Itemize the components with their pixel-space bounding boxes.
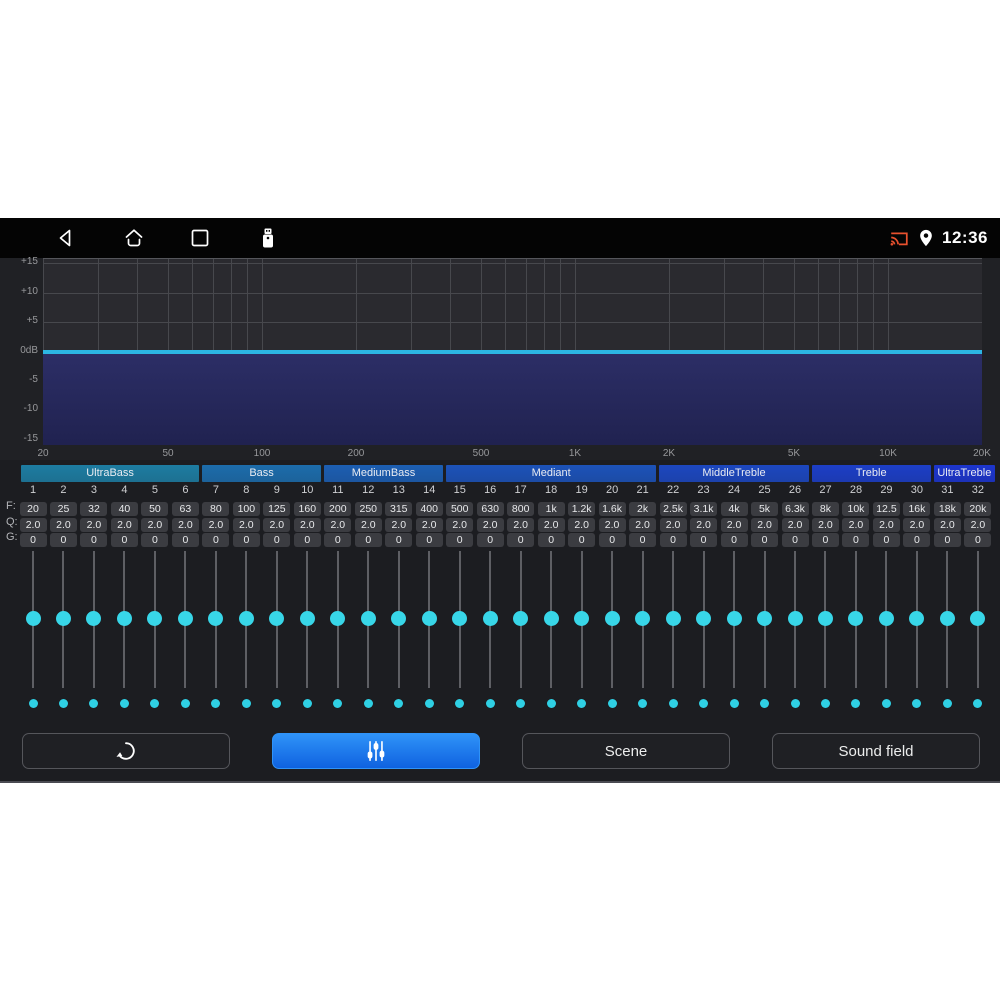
page-canvas: 12:36 +15 +10 +5 0dB -5 -10 -15 20 50 100 200 500 1… (0, 0, 1000, 1000)
gain-slider-handle[interactable] (604, 611, 620, 626)
gain-slider-handle[interactable] (635, 611, 651, 626)
gain-slider-handle[interactable] (116, 611, 132, 626)
q-adjust-dot[interactable] (333, 699, 343, 708)
gain-slider-handle[interactable] (482, 611, 498, 626)
gain-slider-handle[interactable] (55, 611, 71, 626)
q-adjust-dot[interactable] (729, 699, 739, 708)
q-adjust-dot[interactable] (241, 699, 251, 708)
gain-slider-handle[interactable] (208, 611, 224, 626)
equalizer-icon (367, 740, 385, 762)
q-adjust-dot[interactable] (272, 699, 282, 708)
q-adjust-dot[interactable] (424, 699, 434, 708)
gain-slider-handle[interactable] (269, 611, 285, 626)
gain-slider-handle[interactable] (939, 611, 955, 626)
q-adjust-dot[interactable] (211, 699, 221, 708)
gain-slider-handle[interactable] (238, 611, 254, 626)
q-adjust-dot[interactable] (638, 699, 648, 708)
gain-slider-handle[interactable] (817, 611, 833, 626)
q-adjust-dot[interactable] (790, 699, 800, 708)
gain-slider-handle[interactable] (299, 611, 315, 626)
q-adjust-dot[interactable] (820, 699, 830, 708)
q-adjust-dot[interactable] (180, 699, 190, 708)
q-adjust-dot[interactable] (455, 699, 465, 708)
soundfield-button-label: Sound field (838, 742, 914, 760)
gain-slider-handle[interactable] (970, 611, 986, 626)
q-adjust-dot[interactable] (607, 699, 617, 708)
head-unit-screen: 12:36 +15 +10 +5 0dB -5 -10 -15 20 50 100 200 500 1… (0, 218, 1000, 783)
gain-slider-handle[interactable] (848, 611, 864, 626)
gain-slider-handle[interactable] (421, 611, 437, 626)
q-adjust-dot[interactable] (881, 699, 891, 708)
q-adjust-dot[interactable] (973, 699, 983, 708)
q-adjust-dot[interactable] (485, 699, 495, 708)
q-adjust-dot[interactable] (577, 699, 587, 708)
q-adjust-dot[interactable] (150, 699, 160, 708)
gain-slider-handle[interactable] (330, 611, 346, 626)
q-adjust-dot[interactable] (58, 699, 68, 708)
q-adjust-dot[interactable] (760, 699, 770, 708)
screen-bottom-edge (0, 781, 1000, 783)
gain-slider-handle[interactable] (726, 611, 742, 626)
gain-slider-handle[interactable] (391, 611, 407, 626)
gain-slider-handle[interactable] (177, 611, 193, 626)
gain-slider-handle[interactable] (787, 611, 803, 626)
reset-button[interactable] (22, 733, 230, 769)
gain-slider-handle[interactable] (513, 611, 529, 626)
q-adjust-dot[interactable] (119, 699, 129, 708)
soundfield-button[interactable]: Sound field (772, 733, 980, 769)
q-adjust-dot[interactable] (28, 699, 38, 708)
q-adjust-dot[interactable] (89, 699, 99, 708)
gain-slider-handle[interactable] (452, 611, 468, 626)
gain-slider-handle[interactable] (696, 611, 712, 626)
q-adjust-dot[interactable] (302, 699, 312, 708)
q-adjust-dot[interactable] (363, 699, 373, 708)
reset-icon (116, 742, 135, 760)
q-adjust-dot[interactable] (699, 699, 709, 708)
gain-slider-handle[interactable] (757, 611, 773, 626)
gain-slider-handle[interactable] (574, 611, 590, 626)
equalizer-button[interactable] (272, 733, 480, 769)
gain-slider-handle[interactable] (25, 611, 41, 626)
scene-button-label: Scene (604, 742, 648, 760)
scene-button[interactable]: Scene (522, 733, 730, 769)
gain-slider-handle[interactable] (543, 611, 559, 626)
gain-slider-handle[interactable] (86, 611, 102, 626)
q-adjust-dot[interactable] (942, 699, 952, 708)
gain-slider-handle[interactable] (665, 611, 681, 626)
gain-slider-handle[interactable] (147, 611, 163, 626)
gain-slider-handle[interactable] (909, 611, 925, 626)
q-adjust-dot[interactable] (516, 699, 526, 708)
gain-slider-handle[interactable] (360, 611, 376, 626)
gain-slider-handle[interactable] (878, 611, 894, 626)
q-adjust-dot[interactable] (546, 699, 556, 708)
q-adjust-dot[interactable] (394, 699, 404, 708)
q-adjust-dot[interactable] (851, 699, 861, 708)
q-adjust-dot[interactable] (912, 699, 922, 708)
gain-sliders (0, 218, 1000, 783)
q-adjust-dot[interactable] (668, 699, 678, 708)
